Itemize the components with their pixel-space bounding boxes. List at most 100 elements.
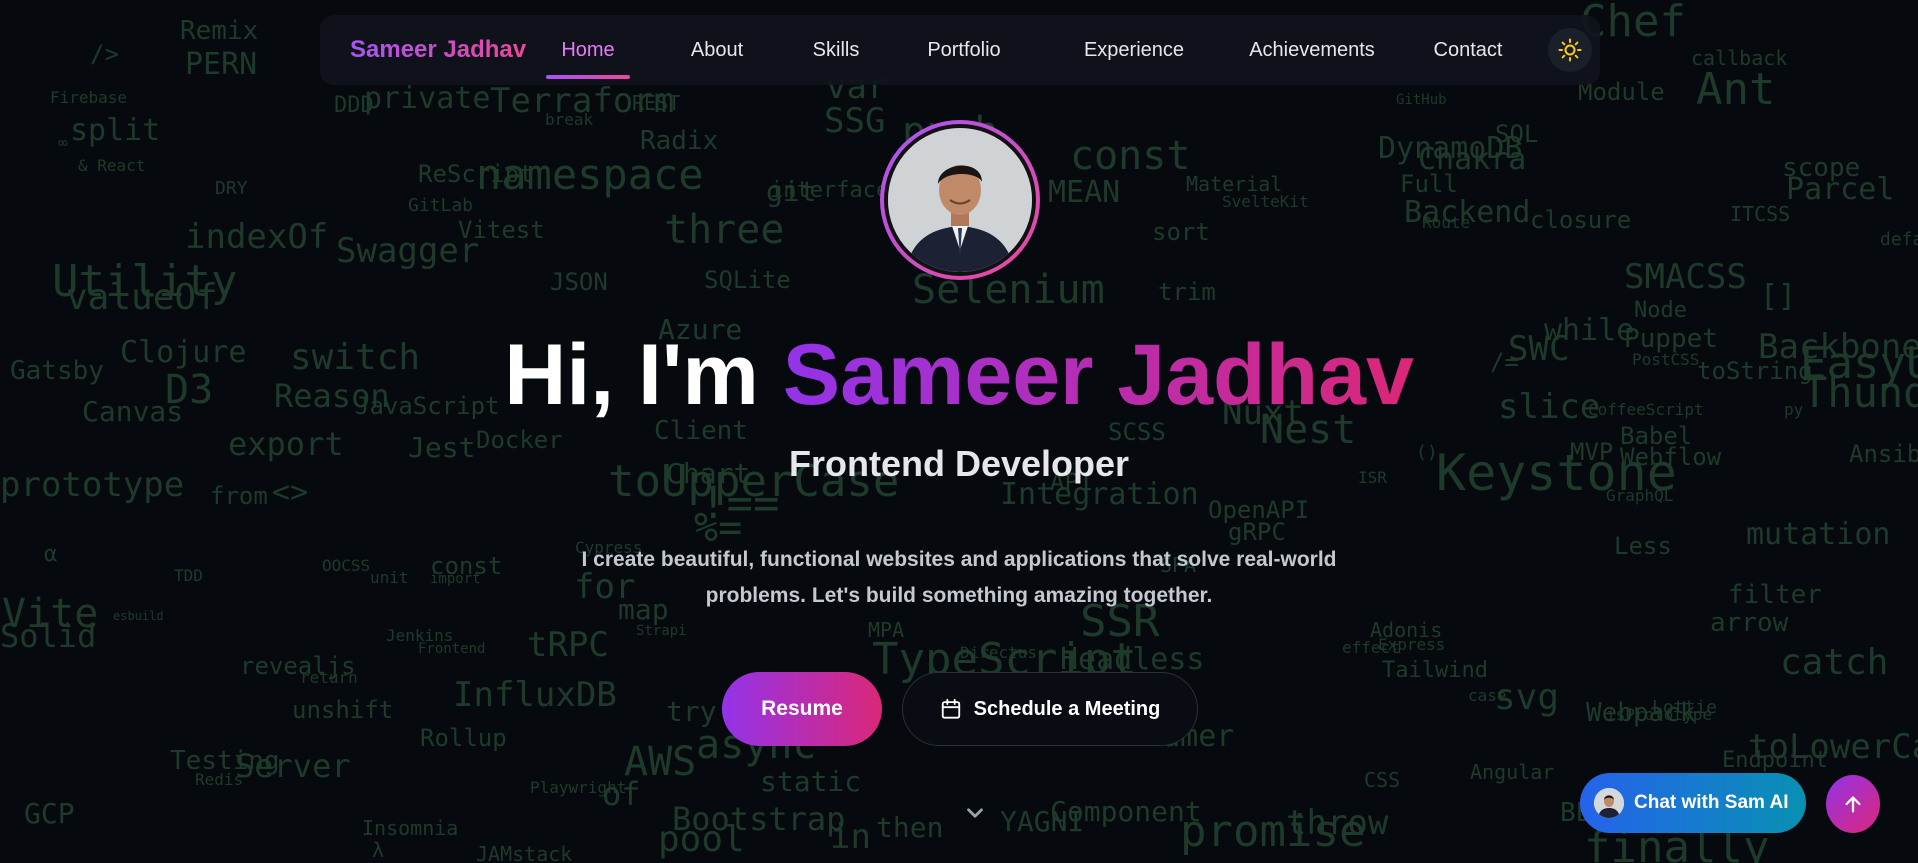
profile-avatar <box>880 120 1040 280</box>
nav-contact[interactable]: Contact <box>1418 15 1518 85</box>
bg-code-word: Less <box>1614 532 1672 560</box>
bg-code-word: Remix <box>180 16 259 46</box>
bg-code-word: return <box>300 668 358 687</box>
schedule-meeting-button[interactable]: Schedule a Meeting <box>902 672 1198 746</box>
bg-code-word: private <box>364 81 491 116</box>
bg-code-word: esbuild <box>113 609 164 623</box>
bg-code-word: throw <box>1286 803 1389 843</box>
bg-code-word: git <box>766 175 817 208</box>
bg-code-word: Swagger <box>336 231 480 271</box>
arrow-up-icon <box>1845 796 1861 813</box>
bg-code-word: ReScript <box>418 160 534 188</box>
bg-code-word: catch <box>1780 642 1889 683</box>
chevron-down-icon <box>967 808 983 818</box>
bg-code-word: default <box>1880 229 1918 250</box>
nav-experience[interactable]: Experience <box>1064 15 1204 85</box>
hero-name: Sameer Jadhav <box>782 327 1414 423</box>
bg-code-word: JSON <box>550 268 608 296</box>
hero-headline: Hi, I'm Sameer Jadhav <box>0 325 1918 425</box>
bg-code-word: MEAN <box>1048 175 1121 210</box>
nav-skills[interactable]: Skills <box>786 15 886 85</box>
bg-code-word: Route <box>1422 213 1471 232</box>
bg-code-word: SMACSS <box>1624 257 1747 297</box>
bg-code-word: three <box>664 207 785 253</box>
bg-code-word: λ <box>372 838 385 862</box>
bg-code-word: [] <box>1760 279 1797 314</box>
bg-code-word: OOCSS <box>322 556 371 575</box>
hero-greeting: Hi, I'm <box>504 327 783 423</box>
hero-intro: I create beautiful, functional websites … <box>581 548 1337 607</box>
bg-code-word: unit <box>370 568 409 587</box>
brand-logo[interactable]: Sameer Jadhav <box>350 15 526 85</box>
bg-code-word: GitLab <box>408 195 474 216</box>
bg-code-word: closure <box>1530 206 1632 234</box>
bg-code-word: SvelteKit <box>1222 192 1309 211</box>
bg-code-word: Angular <box>1470 760 1555 784</box>
bg-code-word: & React <box>78 156 146 175</box>
bg-code-word: unshift <box>292 696 394 724</box>
nav-about[interactable]: About <box>662 15 772 85</box>
bg-code-word: then <box>876 811 944 844</box>
resume-button[interactable]: Resume <box>722 672 882 746</box>
bg-code-word: Directus <box>960 643 1038 662</box>
bg-code-word: ∞ <box>58 133 68 152</box>
chat-with-ai-button[interactable]: Chat with Sam AI <box>1580 773 1806 833</box>
bg-code-word: tRPC <box>527 625 609 665</box>
chat-label: Chat with Sam AI <box>1634 792 1789 813</box>
bg-code-word: Server <box>235 747 351 785</box>
scroll-down-indicator[interactable] <box>962 800 988 826</box>
bg-code-word: ITCSS <box>1730 202 1791 226</box>
bg-code-word: Solid <box>0 617 97 655</box>
bg-code-word: trim <box>1158 278 1216 306</box>
bg-code-word: CSS <box>1364 768 1401 792</box>
bg-code-word: mutation <box>1746 517 1891 552</box>
nav-achievements[interactable]: Achievements <box>1232 15 1392 85</box>
bg-code-word: filter <box>1728 580 1822 610</box>
bg-code-word: GraphQL <box>1606 486 1674 505</box>
bg-code-word: of <box>602 775 641 813</box>
theme-toggle-button[interactable] <box>1548 28 1592 72</box>
bg-code-word: α <box>44 542 58 567</box>
scroll-to-top-button[interactable] <box>1826 775 1880 833</box>
bg-code-word: sort <box>1152 218 1210 246</box>
chat-avatar <box>1594 788 1624 818</box>
bg-code-word: const <box>1070 133 1191 179</box>
bg-code-word: InfluxDB <box>453 675 617 715</box>
bg-code-word: static <box>760 765 862 798</box>
bg-code-word: arrow <box>1710 608 1789 638</box>
bg-code-word: split <box>70 113 161 148</box>
bg-code-word: /> <box>90 40 119 68</box>
bg-code-word: in <box>830 817 871 857</box>
hero-role: Frontend Developer <box>788 443 1130 484</box>
bg-code-word: TDD <box>174 566 203 585</box>
bg-code-word: PERN <box>185 47 258 82</box>
bg-code-word: Lottie <box>1652 697 1718 718</box>
bg-code-word: Strapi <box>636 623 687 639</box>
bg-code-word: indexOf <box>185 217 329 257</box>
bg-code-word: REST <box>632 91 681 115</box>
profile-photo <box>888 128 1032 272</box>
bg-code-word: SSG <box>824 101 886 141</box>
bg-code-word: gRPC <box>1228 518 1286 546</box>
bg-code-word: Firebase <box>50 88 128 107</box>
bg-code-word: Material <box>1186 172 1283 196</box>
bg-code-word: Frontend <box>418 641 486 657</box>
bg-code-word: GitHub <box>1396 92 1447 108</box>
bg-code-word: GCP <box>24 797 75 830</box>
nav-portfolio[interactable]: Portfolio <box>904 15 1024 85</box>
bg-code-word: Headless <box>1060 642 1205 677</box>
bg-code-word: Bootstrap <box>672 800 846 838</box>
bg-code-word: import <box>430 571 481 587</box>
navbar: Sameer Jadhav Home About Skills Portfoli… <box>320 15 1600 85</box>
bg-code-word: Redis <box>195 770 244 789</box>
bg-code-word: valueOf <box>66 277 218 318</box>
bg-code-word: Endpoint <box>1722 748 1828 773</box>
bg-code-word: Component <box>1050 795 1202 828</box>
nav-active-indicator <box>546 75 630 79</box>
bg-code-word: Insomnia <box>362 816 459 840</box>
bg-code-word: case <box>1468 686 1507 705</box>
bg-code-word: Rollup <box>420 724 507 752</box>
calendar-icon <box>941 698 960 719</box>
bg-code-word: break <box>545 110 594 129</box>
bg-code-word: effect <box>1342 638 1400 657</box>
